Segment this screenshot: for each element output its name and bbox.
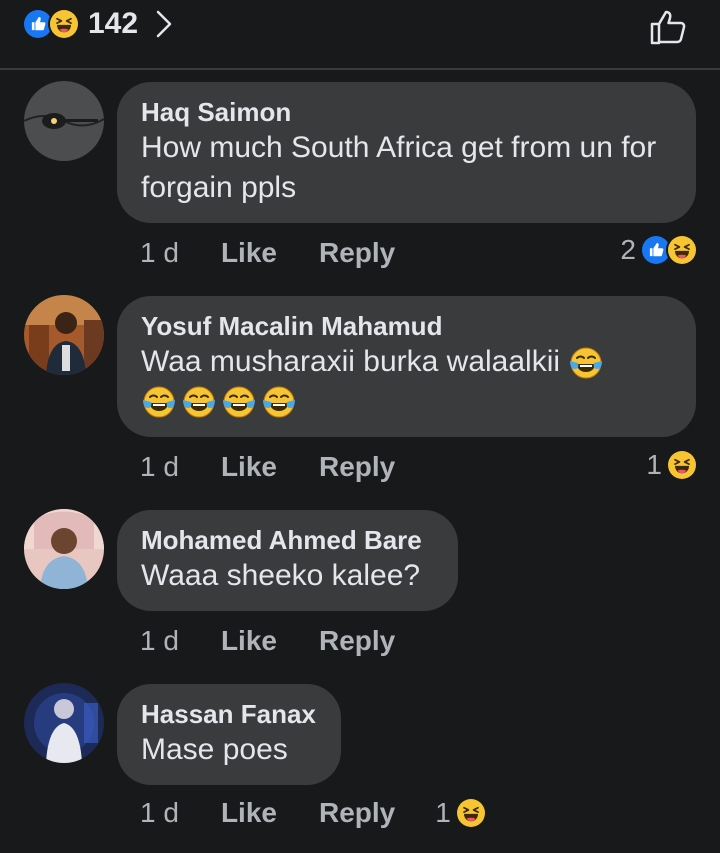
comment-bubble: Hassan Fanax Mase poes — [117, 684, 341, 785]
comment-bubble: Haq Saimon How much South Africa get fro… — [117, 82, 696, 223]
comment-time: 1 d — [140, 797, 179, 828]
reply-button[interactable]: Reply — [319, 451, 395, 483]
haha-icon — [48, 8, 80, 40]
comment-text: Mase poes — [141, 733, 288, 766]
comment-bubble: Yosuf Macalin Mahamud Waa musharaxii bur… — [117, 296, 696, 437]
comment-reactions[interactable]: 2 — [620, 234, 698, 266]
tears-of-joy-icon — [261, 384, 297, 420]
reaction-count: 142 — [88, 7, 139, 40]
comment-actions: 1 d Like Reply — [140, 625, 395, 657]
haha-icon — [454, 797, 487, 829]
like-button[interactable]: Like — [221, 237, 277, 269]
tears-of-joy-icon — [568, 345, 604, 381]
comment-reactions[interactable]: 1 — [435, 797, 487, 829]
comment-text-line: Waa musharaxii burka walaalkii — [141, 342, 672, 382]
reply-button[interactable]: Reply — [319, 625, 395, 657]
tears-of-joy-icon — [141, 384, 177, 420]
comment-time: 1 d — [140, 625, 179, 656]
avatar[interactable] — [24, 683, 104, 763]
like-button[interactable]: Like — [221, 797, 277, 829]
haha-icon — [666, 234, 698, 266]
comment-actions: 1 d Like Reply 1 — [140, 797, 487, 829]
emoji-row — [141, 384, 672, 420]
comment-time: 1 d — [140, 237, 179, 268]
comment-author[interactable]: Mohamed Ahmed Bare — [141, 524, 434, 556]
reactions-summary[interactable]: 142 — [22, 7, 174, 41]
avatar[interactable] — [24, 295, 104, 375]
comment-time: 1 d — [140, 451, 179, 482]
comment-text: Waaa sheeko kalee? — [141, 559, 421, 592]
avatar[interactable] — [24, 509, 104, 589]
header-divider — [0, 68, 720, 70]
haha-icon — [666, 449, 698, 481]
comment-actions: 1 d Like Reply — [140, 237, 395, 269]
comment-bubble: Mohamed Ahmed Bare Waaa sheeko kalee? — [117, 510, 458, 611]
chevron-right-icon[interactable] — [154, 9, 174, 39]
reactions-header: 142 — [0, 0, 720, 70]
tears-of-joy-icon — [181, 384, 217, 420]
thumbs-up-outline-icon[interactable] — [646, 5, 690, 49]
reaction-count: 1 — [435, 797, 451, 828]
tears-of-joy-icon — [221, 384, 257, 420]
comment-author[interactable]: Yosuf Macalin Mahamud — [141, 310, 672, 342]
comment-author[interactable]: Haq Saimon — [141, 96, 672, 128]
reply-button[interactable]: Reply — [319, 237, 395, 269]
like-button[interactable]: Like — [221, 451, 277, 483]
comment-text: How much South Africa get from un for fo… — [141, 131, 657, 204]
comment-text: Waa musharaxii burka walaalkii — [141, 345, 561, 378]
comment-reactions[interactable]: 1 — [646, 449, 698, 481]
avatar[interactable] — [24, 81, 104, 161]
reaction-count: 1 — [646, 449, 662, 480]
reply-button[interactable]: Reply — [319, 797, 395, 829]
reaction-count: 2 — [620, 234, 636, 265]
comment-author[interactable]: Hassan Fanax — [141, 698, 317, 730]
like-button[interactable]: Like — [221, 625, 277, 657]
comment-actions: 1 d Like Reply — [140, 451, 395, 483]
